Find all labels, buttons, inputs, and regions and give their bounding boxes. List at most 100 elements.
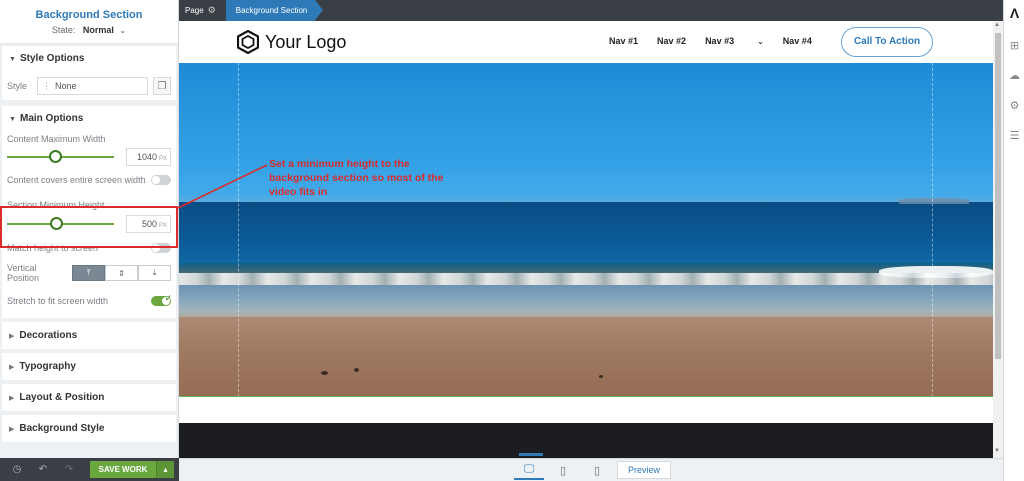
caret-right-icon: ▶ xyxy=(9,333,15,340)
stretch-toggle[interactable]: ✓ xyxy=(151,293,172,306)
style-options-section: ▼ Style Options Style ⋮ None ❐ xyxy=(2,46,176,100)
nav-item-3-label: Nav #3 xyxy=(705,36,735,46)
panel-title: Background Section xyxy=(35,9,143,21)
stretch-label: Stretch to fit screen width xyxy=(7,296,109,306)
nav-item-3[interactable]: Nav #3 ⌄ xyxy=(705,36,764,46)
content-covers-toggle[interactable] xyxy=(151,175,171,185)
style-select[interactable]: ⋮ None xyxy=(37,77,148,95)
background-style-section[interactable]: ▶ Background Style xyxy=(2,415,176,442)
tablet-icon: ▯ xyxy=(559,465,567,477)
page-builder-app: Background Section State: Normal ⌄ ▼ Styl… xyxy=(0,0,1024,481)
layout-position-heading: Layout & Position xyxy=(19,392,105,403)
check-icon: ✓ xyxy=(164,293,172,303)
background-section-video[interactable] xyxy=(179,63,993,397)
distant-island xyxy=(899,198,969,204)
style-options-header[interactable]: ▼ Style Options xyxy=(2,46,176,72)
breadcrumb-current[interactable]: Background Section xyxy=(225,0,323,21)
scroll-up-icon[interactable]: ▲ xyxy=(994,22,1000,28)
undo-icon[interactable]: ↶ xyxy=(30,464,56,475)
section-min-height-row: 500 PX xyxy=(2,212,176,236)
canvas-scrollbar[interactable]: ▲ ▼ xyxy=(993,21,1003,458)
caret-down-icon: ▼ xyxy=(9,116,16,123)
style-row: Style ⋮ None ❐ xyxy=(2,72,176,100)
history-icon[interactable]: ◷ xyxy=(4,464,30,475)
design-canvas: Your Logo Nav #1 Nav #2 Nav #3 ⌄ Nav #4 C… xyxy=(179,21,993,458)
add-element-icon[interactable]: ⊞ xyxy=(1004,30,1024,60)
section-min-height-unit: PX xyxy=(158,223,167,229)
site-nav: Nav #1 Nav #2 Nav #3 ⌄ Nav #4 xyxy=(609,36,831,46)
section-min-height-slider[interactable] xyxy=(7,217,115,230)
hexagon-logo-icon xyxy=(237,30,259,54)
structure-tree-icon[interactable]: ☰ xyxy=(1004,120,1024,150)
library-icon: ❐ xyxy=(157,80,167,92)
section-min-height-label: Section Minimum Height xyxy=(7,200,105,210)
desktop-view-button[interactable]: 🖵 xyxy=(514,461,544,480)
match-height-toggle[interactable] xyxy=(151,243,171,253)
gear-icon[interactable]: ⚙ xyxy=(1004,90,1024,120)
logo-text: Your Logo xyxy=(265,31,347,52)
toggle-knob xyxy=(152,176,160,184)
mobile-view-button[interactable]: ▯ xyxy=(582,461,612,480)
section-min-height-value: 500 xyxy=(141,219,157,229)
content-covers-label: Content covers entire screen width xyxy=(7,175,146,185)
sand xyxy=(179,317,993,397)
footer-accent-bar xyxy=(519,453,543,456)
site-header: Your Logo Nav #1 Nav #2 Nav #3 ⌄ Nav #4 C… xyxy=(179,21,993,63)
content-guide-left xyxy=(238,63,239,397)
bottom-toolbar: ◷ ↶ ↷ SAVE WORK ▴ xyxy=(0,458,179,481)
vertical-position-row: Vertical Position ⤒ ⇕ ⤓ xyxy=(2,258,176,288)
layout-position-section[interactable]: ▶ Layout & Position xyxy=(2,384,176,411)
desktop-icon: 🖵 xyxy=(523,463,535,475)
cloud-upload-icon[interactable]: ☁ xyxy=(1004,60,1024,90)
content-guide-right xyxy=(932,63,933,397)
vertical-position-label: Vertical Position xyxy=(7,263,40,283)
typography-section[interactable]: ▶ Typography xyxy=(2,353,176,380)
tablet-view-button[interactable]: ▯ xyxy=(548,461,578,480)
state-selector[interactable]: State: Normal ⌄ xyxy=(0,25,178,35)
wet-sand xyxy=(179,285,993,321)
content-max-width-unit: PX xyxy=(158,156,167,162)
gear-icon[interactable]: ⚙ xyxy=(208,5,216,16)
nav-item-4[interactable]: Nav #4 xyxy=(783,36,812,46)
vertical-position-center-button[interactable]: ⇕ xyxy=(105,265,138,281)
app-logo-icon: Λ xyxy=(1009,5,1020,21)
state-value: Normal xyxy=(82,25,114,35)
nav-item-2[interactable]: Nav #2 xyxy=(657,36,686,46)
vertical-position-buttons: ⤒ ⇕ ⤓ xyxy=(72,265,171,281)
save-work-button[interactable]: SAVE WORK xyxy=(90,461,156,478)
call-to-action-button[interactable]: Call To Action xyxy=(841,27,933,57)
toggle-knob xyxy=(152,244,160,252)
site-logo[interactable]: Your Logo xyxy=(237,30,346,54)
main-options-section: ▼ Main Options Content Maximum Width 1040… xyxy=(2,106,176,318)
settings-panel: Background Section State: Normal ⌄ ▼ Styl… xyxy=(0,0,179,481)
match-height-row: Match height to screen xyxy=(2,238,176,258)
pebble xyxy=(321,371,328,375)
chevron-down-icon: ⌄ xyxy=(757,37,764,46)
section-min-height-slider-handle[interactable] xyxy=(49,217,63,230)
redo-icon[interactable]: ↷ xyxy=(56,464,82,475)
caret-down-icon: ▼ xyxy=(9,56,16,63)
pebble xyxy=(599,375,603,378)
decorations-section[interactable]: ▶ Decorations xyxy=(2,322,176,349)
scroll-down-icon[interactable]: ▼ xyxy=(994,448,1000,454)
style-library-button[interactable]: ❐ xyxy=(153,77,171,95)
style-options-heading: Style Options xyxy=(20,53,85,64)
vertical-position-bottom-button[interactable]: ⤓ xyxy=(138,265,171,281)
annotation-callout: Set a minimum height to the background s… xyxy=(269,158,444,198)
main-options-heading: Main Options xyxy=(20,113,84,124)
canvas-scrollbar-thumb[interactable] xyxy=(995,33,1001,359)
breadcrumb-page[interactable]: Page ⚙ xyxy=(179,0,222,21)
content-max-width-input[interactable]: 1040 PX xyxy=(126,148,171,166)
section-min-height-input[interactable]: 500 PX xyxy=(126,215,171,233)
preview-button[interactable]: Preview xyxy=(617,461,671,479)
nav-item-1[interactable]: Nav #1 xyxy=(609,36,638,46)
decorations-heading: Decorations xyxy=(19,330,78,341)
drag-grip-icon: ⋮ xyxy=(42,81,52,91)
style-label: Style xyxy=(7,81,28,91)
save-options-button[interactable]: ▴ xyxy=(156,461,174,478)
content-max-width-slider-handle[interactable] xyxy=(48,150,62,163)
vertical-position-top-button[interactable]: ⤒ xyxy=(72,265,105,281)
main-options-header[interactable]: ▼ Main Options xyxy=(2,106,176,132)
content-max-width-slider[interactable] xyxy=(7,150,115,163)
state-label: State: xyxy=(51,25,76,35)
